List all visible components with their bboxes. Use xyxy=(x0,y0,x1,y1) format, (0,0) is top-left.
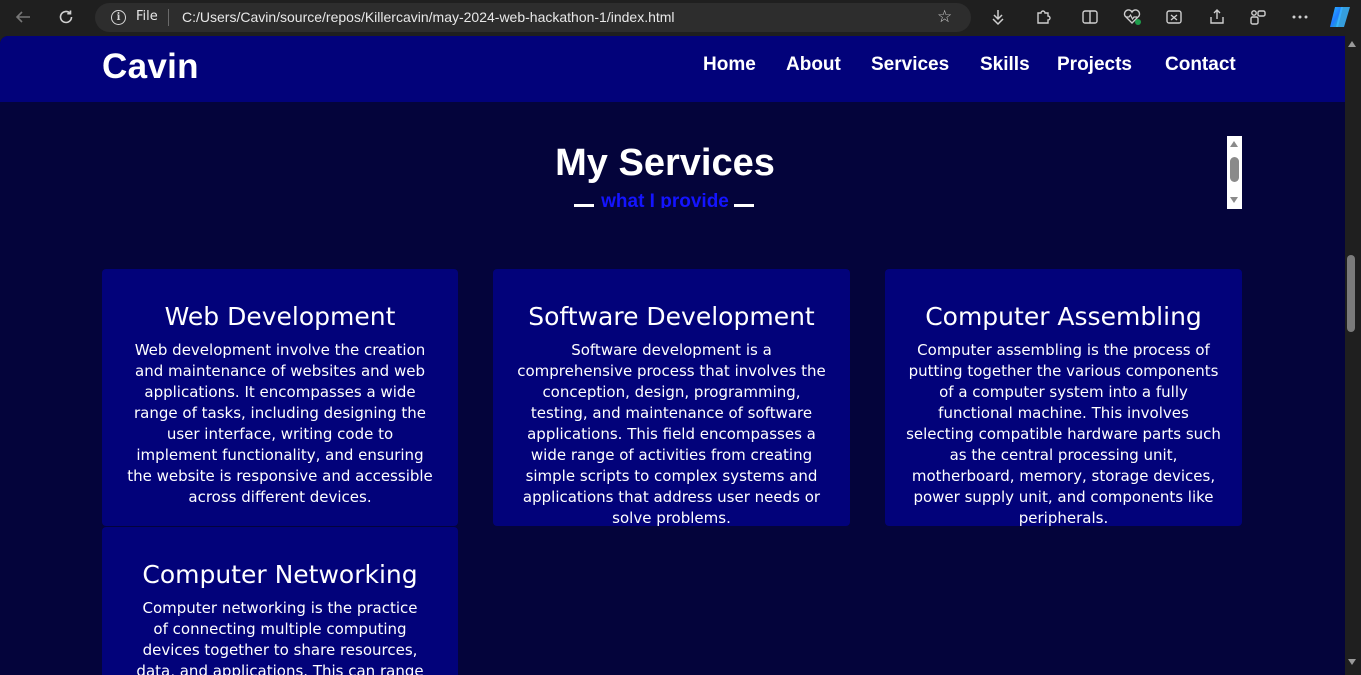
extensions-download-icon[interactable] xyxy=(987,6,1009,28)
page-scrollbar[interactable] xyxy=(1345,36,1361,675)
service-card-text: Computer networking is the practice of c… xyxy=(136,599,424,675)
scroll-up-arrow-icon[interactable] xyxy=(1230,141,1238,147)
service-card-text: Software development is a comprehensive … xyxy=(517,341,826,527)
split-screen-icon[interactable] xyxy=(1079,6,1101,28)
page-scroll-thumb[interactable] xyxy=(1347,255,1355,332)
nav-link-about[interactable]: About xyxy=(786,54,841,76)
site-navbar: Cavin Home About Services Skills Project… xyxy=(0,36,1345,102)
section-subtitle-wrap: what I provide xyxy=(0,190,1330,208)
health-icon[interactable] xyxy=(1121,6,1143,28)
page-scroll-up-icon[interactable] xyxy=(1348,41,1356,47)
more-icon[interactable] xyxy=(1289,6,1311,28)
nav-link-home[interactable]: Home xyxy=(703,54,756,76)
address-prefix: File xyxy=(136,9,158,24)
service-card-title: Software Development xyxy=(528,302,815,331)
reload-icon[interactable] xyxy=(55,6,77,28)
puzzle-icon[interactable] xyxy=(1032,6,1054,28)
star-icon[interactable]: ☆ xyxy=(937,7,952,27)
url-text[interactable]: C:/Users/Cavin/source/repos/Killercavin/… xyxy=(182,9,675,25)
service-card-text: Web development involve the creation and… xyxy=(127,341,433,506)
site-logo[interactable]: Cavin xyxy=(102,47,199,87)
nav-link-skills[interactable]: Skills xyxy=(980,54,1030,76)
service-card-networking: Computer Networking Computer networking … xyxy=(102,527,458,675)
service-card-title: Computer Assembling xyxy=(925,302,1202,331)
page-viewport: Cavin Home About Services Skills Project… xyxy=(0,36,1345,675)
page-scroll-down-icon[interactable] xyxy=(1348,659,1356,665)
service-card-web: Web Development Web development involve … xyxy=(102,269,458,526)
service-card-text: Computer assembling is the process of pu… xyxy=(906,341,1221,527)
info-icon[interactable]: i xyxy=(111,10,126,25)
section-title-text: My Services xyxy=(555,142,775,184)
address-bar[interactable]: i File C:/Users/Cavin/source/repos/Kille… xyxy=(95,3,971,32)
section-subtitle: what I provide xyxy=(601,191,729,208)
address-separator xyxy=(168,9,169,26)
section-title: My Services xyxy=(0,142,1330,185)
inner-scrollbar[interactable] xyxy=(1227,136,1242,209)
browser-toolbar: i File C:/Users/Cavin/source/repos/Kille… xyxy=(0,0,1361,36)
scroll-down-arrow-icon[interactable] xyxy=(1230,197,1238,203)
service-card-title: Computer Networking xyxy=(142,560,418,589)
screenshot-icon[interactable] xyxy=(1163,6,1185,28)
nav-link-contact[interactable]: Contact xyxy=(1165,54,1236,76)
back-icon[interactable] xyxy=(12,6,34,28)
service-card-software: Software Development Software developmen… xyxy=(493,269,850,527)
service-card-title: Web Development xyxy=(164,302,396,331)
copilot-icon[interactable] xyxy=(1327,5,1353,29)
share-icon[interactable] xyxy=(1206,6,1228,28)
nav-link-services[interactable]: Services xyxy=(871,54,949,76)
nav-link-projects[interactable]: Projects xyxy=(1057,54,1132,76)
collections-icon[interactable] xyxy=(1247,6,1269,28)
service-card-assembling: Computer Assembling Computer assembling … xyxy=(885,269,1242,527)
scroll-thumb[interactable] xyxy=(1230,157,1239,182)
subtitle-dash-right xyxy=(734,204,754,207)
